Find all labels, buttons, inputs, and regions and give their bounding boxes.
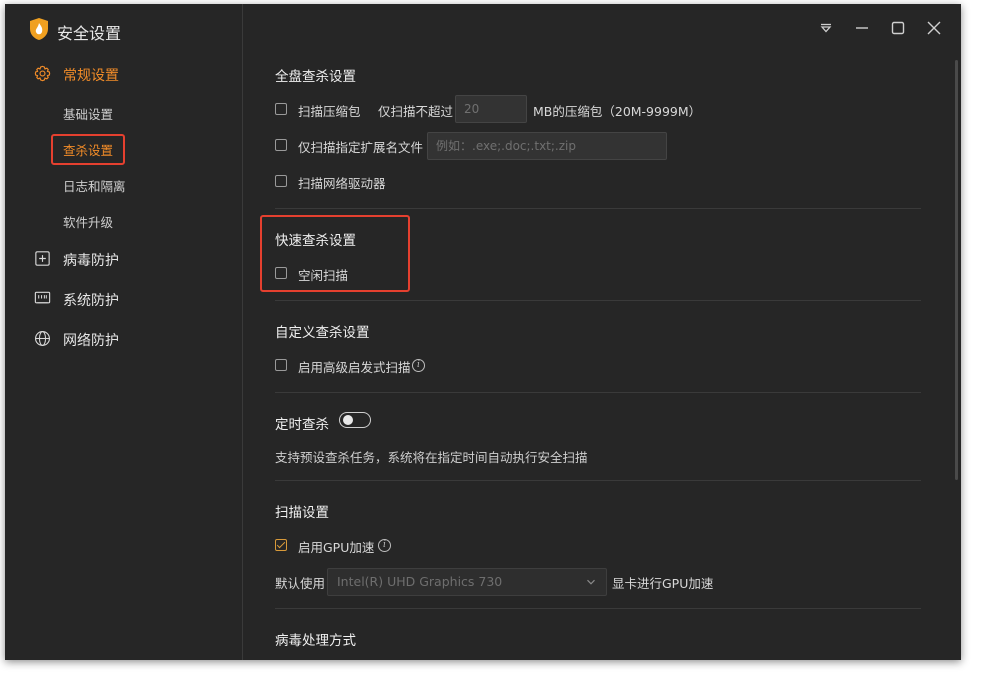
ext-only-checkbox[interactable] [275,139,287,151]
network-drives-label: 扫描网络驱动器 [298,176,386,191]
archive-size-input[interactable]: 20 [455,95,527,123]
sidebar-subitem-logs[interactable]: 日志和隔离 [63,176,126,195]
sidebar: 安全设置 常规设置 基础设置 查杀设置 日志和隔离 软件升级 病毒防护 系统防护… [5,4,243,660]
sidebar-subitem-update[interactable]: 软件升级 [63,212,113,231]
monitor-icon [34,291,51,304]
divider [275,300,921,301]
gpu-accel-label: 启用GPU加速 [298,540,375,555]
divider [275,480,921,481]
sidebar-subitem-basic[interactable]: 基础设置 [63,104,113,123]
scan-archives-label: 扫描压缩包 [298,104,361,119]
chevron-down-icon [587,579,595,585]
info-icon[interactable]: i [378,539,391,552]
virus-handling-title: 病毒处理方式 [275,633,356,649]
plus-box-icon [35,251,50,266]
sidebar-item-label: 常规设置 [63,68,119,84]
network-drives-checkbox[interactable] [275,175,287,187]
scan-archives-checkbox[interactable] [275,103,287,115]
globe-icon [34,330,51,347]
scheduled-scan-title: 定时查杀 [275,417,329,433]
divider [275,208,921,209]
maximize-icon[interactable] [888,18,908,38]
custom-scan-title: 自定义查杀设置 [275,325,370,341]
scheduled-scan-description: 支持预设查杀任务，系统将在指定时间自动执行安全扫描 [275,450,588,465]
settings-content: 全盘查杀设置 扫描压缩包 仅扫描不超过 20 MB的压缩包（20M-9999M）… [243,4,961,660]
gpu-suffix-label: 显卡进行GPU加速 [612,576,714,591]
ext-only-row: 仅扫描指定扩展名文件 例如：.exe;.doc;.txt;.zip [275,132,695,160]
gpu-device-row: 默认使用 Intel(R) UHD Graphics 730 显卡进行GPU加速 [275,568,725,596]
settings-window: 安全设置 常规设置 基础设置 查杀设置 日志和隔离 软件升级 病毒防护 系统防护… [5,4,961,660]
gpu-accel-row: 启用GPU加速 i [275,536,425,556]
sidebar-item-label: 系统防护 [63,293,119,309]
size-limit-suffix: MB的压缩包（20M-9999M） [533,104,702,119]
sidebar-item-label: 网络防护 [63,333,119,349]
menu-icon[interactable] [816,18,836,38]
full-scan-title: 全盘查杀设置 [275,69,356,85]
app-logo-icon [30,18,48,40]
idle-scan-row: 空闲扫描 [275,264,395,284]
heuristic-row: 启用高级启发式扫描 i [275,356,475,376]
sidebar-item-system-protection[interactable]: 系统防护 [5,287,241,311]
gpu-device-select[interactable]: Intel(R) UHD Graphics 730 [327,568,607,596]
heuristic-label: 启用高级启发式扫描 [298,360,411,375]
toggle-knob [343,415,353,425]
sidebar-subitem-scan[interactable]: 查杀设置 [63,140,113,159]
close-icon[interactable] [924,18,944,38]
scan-archives-row: 扫描压缩包 仅扫描不超过 20 MB的压缩包（20M-9999M） [275,95,735,123]
sidebar-item-label: 病毒防护 [63,253,119,269]
size-limit-prefix: 仅扫描不超过 [378,104,454,119]
gpu-accel-checkbox[interactable] [275,539,287,551]
default-use-label: 默认使用 [275,576,326,591]
info-icon[interactable]: i [412,359,425,372]
scheduled-scan-toggle[interactable] [339,412,371,428]
divider [275,608,921,609]
sidebar-item-network-protection[interactable]: 网络防护 [5,327,241,351]
network-drives-row: 扫描网络驱动器 [275,172,475,192]
app-title: 安全设置 [57,24,122,43]
idle-scan-label: 空闲扫描 [298,268,349,283]
extension-input[interactable]: 例如：.exe;.doc;.txt;.zip [427,132,667,160]
ext-only-label: 仅扫描指定扩展名文件 [298,140,424,155]
scrollbar[interactable] [955,60,958,480]
gpu-device-value: Intel(R) UHD Graphics 730 [337,574,503,589]
scan-settings-title: 扫描设置 [275,505,329,521]
minimize-icon[interactable] [852,18,872,38]
sidebar-item-virus-protection[interactable]: 病毒防护 [5,247,241,271]
quick-scan-title: 快速查杀设置 [275,233,356,249]
divider [275,392,921,393]
sidebar-item-general[interactable]: 常规设置 [5,62,241,86]
idle-scan-checkbox[interactable] [275,267,287,279]
heuristic-checkbox[interactable] [275,359,287,371]
gear-icon [34,65,51,82]
